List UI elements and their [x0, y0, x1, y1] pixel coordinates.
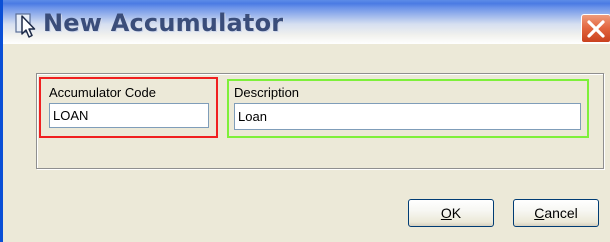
description-label: Description	[234, 85, 300, 100]
ok-button-mnemonic: O	[440, 205, 452, 221]
ok-button[interactable]: OK	[408, 199, 494, 227]
cancel-button-mnemonic: C	[534, 205, 545, 221]
title-bar[interactable]: New Accumulator	[3, 0, 610, 44]
accumulator-code-input[interactable]	[49, 103, 209, 128]
dialog-window: New Accumulator Accumulator Code Descrip…	[0, 0, 610, 242]
pointer-arrow-icon	[15, 12, 39, 38]
cancel-button[interactable]: Cancel	[513, 199, 599, 227]
accumulator-code-label: Accumulator Code	[49, 85, 156, 100]
ok-button-label: K	[451, 205, 462, 221]
window-title: New Accumulator	[43, 9, 284, 37]
cancel-button-label: ancel	[544, 205, 578, 221]
description-input[interactable]	[234, 103, 581, 130]
close-button[interactable]	[581, 14, 610, 43]
